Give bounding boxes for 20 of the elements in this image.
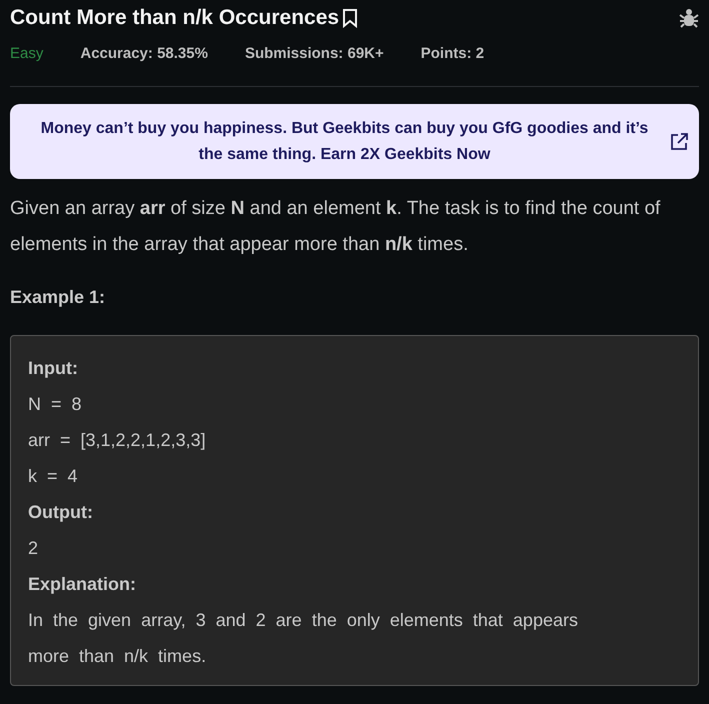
- example-heading: Example 1:: [10, 286, 106, 309]
- bookmark-icon[interactable]: [341, 8, 360, 28]
- promo-banner[interactable]: Money can’t buy you happiness. But Geekbits can buy you GfG goodies and it’s the same thing. Earn 2X Geekbits Now: [10, 104, 699, 179]
- example-text: 2: [28, 537, 40, 560]
- stat-label: Accuracy: 58.35%: [80, 44, 208, 64]
- difficulty-label: Easy: [10, 44, 44, 64]
- promo-text: Money can’t buy you happiness. But Geekbits can buy you GfG goodies and it’s the same thing. Earn 2X Geekbits Now: [40, 118, 650, 164]
- example-text: arr = [3,1,2,2,1,2,3,3]: [28, 429, 207, 452]
- example-label: Explanation:: [28, 573, 138, 596]
- stat-label: Points: 2: [420, 44, 484, 64]
- external-link-icon[interactable]: [669, 132, 689, 152]
- example-text: k = 4: [28, 465, 79, 488]
- problem-title: Count More than n/k Occurences: [10, 5, 340, 32]
- stat-label: Submissions: 69K+: [244, 44, 384, 64]
- example-text: N = 8: [28, 393, 83, 416]
- example-label: Input:: [28, 357, 79, 380]
- example-label: Output:: [28, 501, 94, 524]
- problem-statement: Given an array arr of size N and an element k. The task is to find the count of elements in the array that appear more than n/k times.: [10, 197, 662, 257]
- example-text: In the given array, 3 and 2 are the only elements that appears more than n/k times.: [28, 609, 579, 668]
- bug-icon[interactable]: [679, 8, 699, 28]
